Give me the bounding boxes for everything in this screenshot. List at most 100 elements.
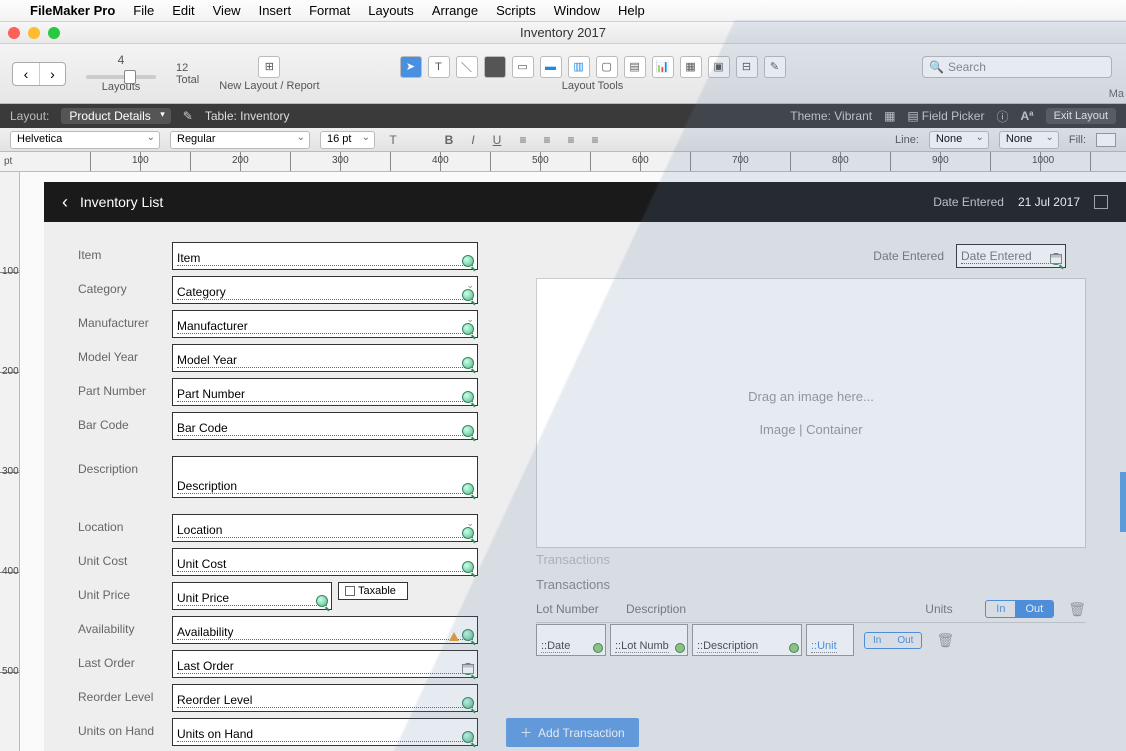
field-description[interactable]: Description [172,456,478,498]
field-location[interactable]: Location⌄ [172,514,478,542]
trash-icon[interactable]: 🗑 [1068,601,1086,618]
new-layout-button[interactable]: ⊞ [258,56,280,78]
col-lot: Lot Number [536,602,626,616]
calendar-icon[interactable] [1094,195,1108,209]
select-tool-icon[interactable]: ➤ [400,56,422,78]
field-units-on-hand[interactable]: Units on Hand [172,718,478,746]
bold-icon[interactable]: B [441,133,457,147]
field-date-entered[interactable]: Date Entered [956,244,1066,268]
rect-tool-icon[interactable] [484,56,506,78]
part-tool-icon[interactable]: ⊟ [736,56,758,78]
field-unit-price[interactable]: Unit Price [172,582,332,610]
search-input[interactable]: 🔍 Search [922,56,1112,78]
col-units: Units [925,602,985,616]
index-icon [462,561,474,573]
layout-slider[interactable] [86,75,156,79]
line-style-select[interactable]: None [929,131,989,149]
form-column: ItemItemCategoryCategory⌄ManufacturerMan… [78,242,478,751]
field-category[interactable]: Category⌄ [172,276,478,304]
field-item[interactable]: Item [172,242,478,270]
theme-label[interactable]: Theme: Vibrant [790,109,872,123]
back-icon[interactable]: ‹ [62,192,68,213]
menu-view[interactable]: View [213,3,241,18]
portal-date[interactable]: ::Date [536,624,606,656]
add-transaction-button[interactable]: ＋ Add Transaction [506,718,639,747]
field-part-number[interactable]: Part Number [172,378,478,406]
field-availability[interactable]: Availability [172,616,478,644]
index-icon [462,357,474,369]
fill-color[interactable] [1096,133,1116,147]
align-center-icon[interactable]: ≡ [539,133,555,147]
text-color-icon[interactable]: T [385,133,401,147]
calendar-icon[interactable] [1050,254,1062,264]
field-reorder-level[interactable]: Reorder Level [172,684,478,712]
portal-tool-icon[interactable]: ▤ [624,56,646,78]
line-tool-icon[interactable]: ＼ [456,56,478,78]
label-unit-cost: Unit Cost [78,548,172,568]
button-tool-icon[interactable]: ▬ [540,56,562,78]
field-unit-cost[interactable]: Unit Cost [172,548,478,576]
description-label: Description [78,456,172,476]
image-container[interactable]: Drag an image here... Image | Container [536,278,1086,548]
font-select[interactable]: Helvetica [10,131,160,149]
window-titlebar: Inventory 2017 [0,22,1126,44]
v-ruler: 100200300400500 [0,172,20,751]
format-painter-icon[interactable]: ✎ [764,56,786,78]
side-tab-icon[interactable] [1120,472,1126,532]
line-width-select[interactable]: None [999,131,1059,149]
next-layout-button[interactable]: › [39,63,65,85]
menu-scripts[interactable]: Scripts [496,3,536,18]
layout-select[interactable]: Product Details [61,108,170,124]
menu-format[interactable]: Format [309,3,350,18]
menu-edit[interactable]: Edit [172,3,194,18]
layout-nav[interactable]: ‹ › [12,62,66,86]
popover-tool-icon[interactable]: ▣ [708,56,730,78]
align-right-icon[interactable]: ≡ [563,133,579,147]
weight-select[interactable]: Regular [170,131,310,149]
field-manufacturer[interactable]: Manufacturer⌄ [172,310,478,338]
menu-layouts[interactable]: Layouts [368,3,414,18]
tab-tool-icon[interactable]: ▢ [596,56,618,78]
menu-arrange[interactable]: Arrange [432,3,478,18]
label-item: Item [78,242,172,262]
calendar-icon[interactable] [462,664,474,674]
index-icon [316,595,328,607]
exit-layout-button[interactable]: Exit Layout [1046,108,1116,124]
index-icon [462,629,474,641]
in-out-toggle[interactable]: InOut [985,600,1054,618]
theme-icon[interactable]: ▦ [884,109,895,123]
field-last-order[interactable]: Last Order [172,650,478,678]
menu-insert[interactable]: Insert [259,3,292,18]
index-icon [462,255,474,267]
menu-help[interactable]: Help [618,3,645,18]
field-bar-code[interactable]: Bar Code [172,412,478,440]
chart-tool-icon[interactable]: 📊 [652,56,674,78]
index-icon [462,425,474,437]
align-left-icon[interactable]: ≡ [515,133,531,147]
taxable-checkbox[interactable]: Taxable [338,582,408,600]
portal-lot[interactable]: ::Lot Numb [610,624,688,656]
h-ruler: pt 1002003004005006007008009001000 [0,152,1126,172]
trash-icon[interactable]: 🗑 [936,632,954,649]
field-picker-button[interactable]: ▤ Field Picker [907,109,984,123]
portal-unit[interactable]: ::Unit [806,624,854,656]
text-tool-icon[interactable]: T [428,56,450,78]
app-name[interactable]: FileMaker Pro [30,3,115,18]
align-justify-icon[interactable]: ≡ [587,133,603,147]
in-out-toggle-row[interactable]: InOut [864,632,922,649]
size-select[interactable]: 16 pt [320,131,375,149]
menu-window[interactable]: Window [554,3,600,18]
prev-layout-button[interactable]: ‹ [13,63,39,85]
edit-layout-name-icon[interactable]: ✎ [183,109,193,123]
info-icon[interactable]: ⓘ [996,108,1008,125]
portal-desc[interactable]: ::Description [692,624,802,656]
menu-file[interactable]: File [133,3,154,18]
transactions-label-ghost: Transactions [536,552,610,567]
aa-icon[interactable]: Aª [1020,109,1033,123]
italic-icon[interactable]: I [465,133,481,147]
webview-tool-icon[interactable]: ▦ [680,56,702,78]
field-tool-icon[interactable]: ▭ [512,56,534,78]
buttonbar-tool-icon[interactable]: ▥ [568,56,590,78]
underline-icon[interactable]: U [489,133,505,147]
field-model-year[interactable]: Model Year [172,344,478,372]
